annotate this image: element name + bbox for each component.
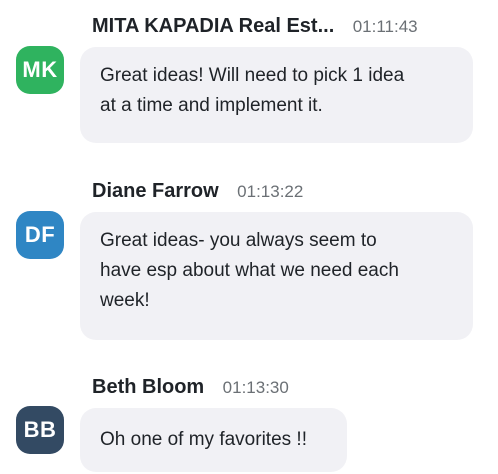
message-text-line: Great ideas- you always seem to [100,230,377,251]
message-text-line: week! [100,290,150,311]
message-text-line: Oh one of my favorites !! [100,429,307,450]
sender-name[interactable]: Beth Bloom [92,376,204,398]
avatar[interactable]: BB [16,406,64,454]
message-header: Beth Bloom 01:13:30 [92,374,289,400]
sender-name[interactable]: MITA KAPADIA Real Est... [92,15,334,37]
message-timestamp: 01:11:43 [352,17,418,36]
message-bubble[interactable]: Great ideas! Will need to pick 1 idea at… [80,47,473,143]
message-text-line: Great ideas! Will need to pick 1 idea [100,65,405,86]
message-text-line: at a time and implement it. [100,95,323,116]
message-timestamp: 01:13:22 [237,182,304,201]
message-text-line: have esp about what we need each [100,260,399,281]
message-header: Diane Farrow 01:13:22 [92,178,303,204]
sender-name[interactable]: Diane Farrow [92,180,219,202]
avatar[interactable]: DF [16,211,64,259]
avatar[interactable]: MK [16,46,64,94]
message-timestamp: 01:13:30 [222,378,289,397]
message-bubble[interactable]: Great ideas- you always seem to have esp… [80,212,473,340]
message-bubble[interactable]: Oh one of my favorites !! [80,408,347,472]
message-header: MITA KAPADIA Real Est... 01:11:43 [92,13,418,39]
chat-message-list: MK MITA KAPADIA Real Est... 01:11:43 Gre… [0,0,498,474]
